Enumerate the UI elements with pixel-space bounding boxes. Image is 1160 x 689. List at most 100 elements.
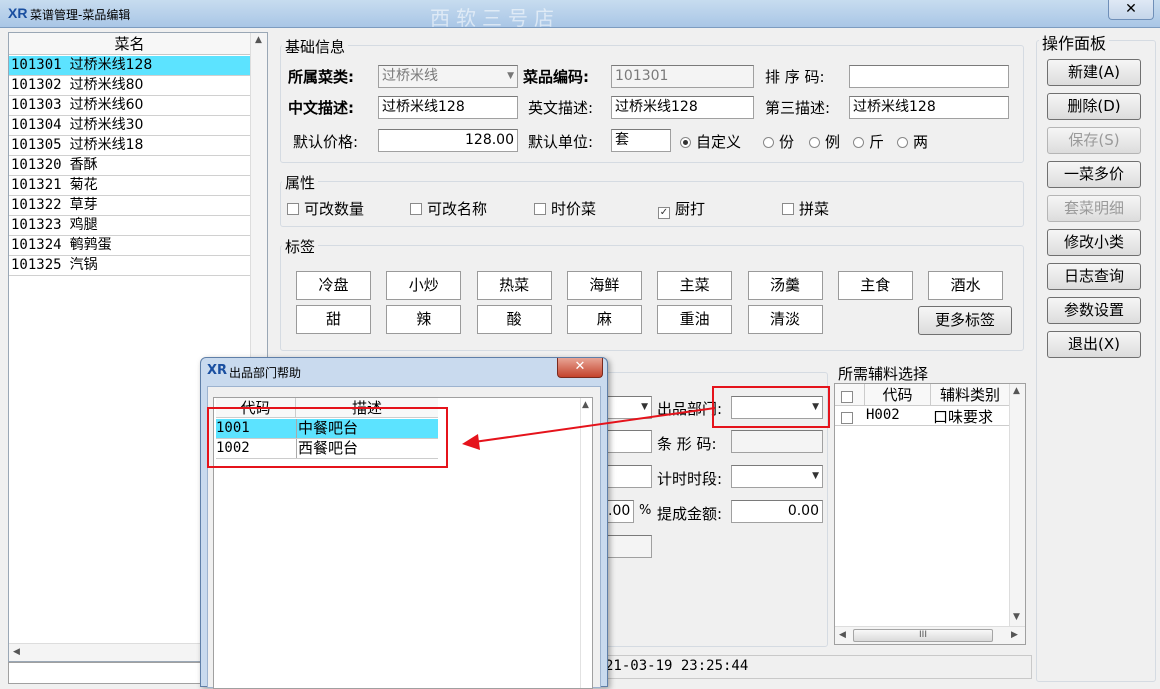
commission-field[interactable]: 0.00 xyxy=(731,500,823,523)
dish-list-row[interactable]: 101302 过桥米线80 xyxy=(9,76,250,96)
tag-button[interactable]: 酸 xyxy=(476,305,552,334)
attr-market-price[interactable]: 时价菜 xyxy=(534,198,596,219)
unit-radio-custom[interactable]: 自定义 xyxy=(680,131,741,152)
ops-button[interactable]: 退出(X) xyxy=(1047,331,1141,358)
dish-name: 过桥米线80 xyxy=(69,77,144,93)
scroll-left-icon[interactable]: ◀ xyxy=(839,630,846,640)
dish-list-row[interactable]: 101325 汽锅 xyxy=(9,256,250,276)
timing-select[interactable]: ▼ xyxy=(731,465,823,488)
detail-hidden-field-3[interactable] xyxy=(604,465,652,488)
dish-list-row[interactable]: 101301 过桥米线128 xyxy=(9,56,250,76)
tag-button[interactable]: 清淡 xyxy=(747,305,823,334)
dish-list-row[interactable]: 101322 草芽 xyxy=(9,196,250,216)
commission-label: 提成金额: xyxy=(657,505,723,523)
dish-list-row[interactable]: 101321 菊花 xyxy=(9,176,250,196)
ops-button[interactable]: 保存(S) xyxy=(1047,127,1141,154)
ops-button[interactable]: 日志查询 xyxy=(1047,263,1141,290)
dish-code: 101320 xyxy=(11,157,62,173)
tag-button[interactable]: 海鲜 xyxy=(566,271,642,300)
sort-field[interactable] xyxy=(849,65,1009,88)
tag-button[interactable]: 麻 xyxy=(566,305,642,334)
unit-radio-liang[interactable]: 两 xyxy=(897,131,928,152)
dish-code: 101321 xyxy=(11,177,62,193)
dish-code: 101323 xyxy=(11,217,62,233)
cn-desc-label: 中文描述: xyxy=(288,99,354,117)
third-desc-field[interactable]: 过桥米线128 xyxy=(849,96,1009,119)
attr-kitchen-print[interactable]: ✓ 厨打 xyxy=(658,198,705,219)
sides-hscroll[interactable]: ◀ III ▶ xyxy=(835,626,1025,644)
dish-list-row[interactable]: 101305 过桥米线18 xyxy=(9,136,250,156)
dish-list-row[interactable]: 101323 鸡腿 xyxy=(9,216,250,236)
tag-button[interactable]: 汤羹 xyxy=(747,271,823,300)
sides-vscroll[interactable]: ▲ ▼ xyxy=(1009,384,1025,626)
scroll-right-icon[interactable]: ▶ xyxy=(1011,630,1018,640)
scroll-up-icon[interactable]: ▲ xyxy=(1013,386,1020,396)
dish-name: 香酥 xyxy=(69,157,98,173)
timestamp: 21-03-19 23:25:44 xyxy=(605,658,749,674)
sides-hscroll-thumb[interactable]: III xyxy=(853,629,993,642)
annotation-arrow xyxy=(462,407,716,450)
timing-label: 计时时段: xyxy=(657,470,723,488)
dish-list-row[interactable]: 101303 过桥米线60 xyxy=(9,96,250,116)
dish-code: 101301 xyxy=(11,57,62,73)
chevron-down-icon: ▼ xyxy=(812,471,819,481)
ops-button[interactable]: 参数设置 xyxy=(1047,297,1141,324)
category-label: 所属菜类: xyxy=(288,68,354,86)
category-select[interactable]: 过桥米线 ▼ xyxy=(378,65,518,88)
tag-button[interactable]: 冷盘 xyxy=(296,271,371,300)
attr-qty-editable[interactable]: 可改数量 xyxy=(287,198,364,219)
ops-button[interactable]: 删除(D) xyxy=(1047,93,1141,120)
status-field xyxy=(8,662,204,684)
cn-desc-field[interactable]: 过桥米线128 xyxy=(378,96,518,119)
tag-button[interactable]: 酒水 xyxy=(928,271,1004,300)
dish-list-row[interactable]: 101324 鹌鹑蛋 xyxy=(9,236,250,256)
price-field[interactable]: 128.00 xyxy=(378,129,518,152)
detail-hidden-field-4[interactable] xyxy=(604,535,652,558)
tag-button[interactable]: 小炒 xyxy=(386,271,462,300)
en-desc-label: 英文描述: xyxy=(528,99,594,117)
scroll-up-icon[interactable]: ▲ xyxy=(255,35,262,45)
ops-button[interactable]: 一菜多价 xyxy=(1047,161,1141,188)
dish-list-row[interactable]: 101320 香酥 xyxy=(9,156,250,176)
dish-name: 鹌鹑蛋 xyxy=(69,237,112,253)
dish-list-row[interactable]: 101304 过桥米线30 xyxy=(9,116,250,136)
tag-button[interactable]: 甜 xyxy=(296,305,371,334)
ops-button[interactable]: 套菜明细 xyxy=(1047,195,1141,222)
sides-row[interactable]: H002 口味要求 xyxy=(835,406,1009,426)
sides-row-check[interactable] xyxy=(841,409,858,427)
tag-button[interactable]: 重油 xyxy=(657,305,733,334)
code-field[interactable]: 101301 xyxy=(611,65,754,88)
popup-close-button[interactable]: ✕ xyxy=(557,358,603,378)
ops-button[interactable]: 新建(A) xyxy=(1047,59,1141,86)
attrs-group xyxy=(280,181,1024,227)
close-window-button[interactable]: ✕ xyxy=(1108,0,1154,20)
tag-button[interactable]: 主菜 xyxy=(657,271,733,300)
en-desc-field[interactable]: 过桥米线128 xyxy=(611,96,754,119)
sides-header-check[interactable] xyxy=(835,384,865,406)
window-title: 菜谱管理-菜品编辑 xyxy=(30,8,131,22)
unit-radio-serving[interactable]: 例 xyxy=(809,131,840,152)
tag-button[interactable]: 主食 xyxy=(837,271,913,300)
ops-button[interactable]: 修改小类 xyxy=(1047,229,1141,256)
dish-code: 101302 xyxy=(11,77,62,93)
attr-name-editable[interactable]: 可改名称 xyxy=(410,198,487,219)
tag-button[interactable]: 热菜 xyxy=(476,271,552,300)
scroll-left-icon[interactable]: ◀ xyxy=(13,647,20,657)
dish-code: 101305 xyxy=(11,137,62,153)
dish-code: 101324 xyxy=(11,237,62,253)
commission-pct-field[interactable]: .00 xyxy=(604,500,634,523)
dish-list-header[interactable]: 菜名 xyxy=(9,33,250,55)
sides-col-code[interactable]: 代码 xyxy=(865,384,931,406)
more-tags-button[interactable]: 更多标签 xyxy=(918,306,1012,335)
unit-field[interactable]: 套 xyxy=(611,129,671,152)
unit-radio-portion[interactable]: 份 xyxy=(763,131,794,152)
unit-radio-jin[interactable]: 斤 xyxy=(853,131,884,152)
barcode-field[interactable] xyxy=(731,430,823,453)
attr-combo[interactable]: 拼菜 xyxy=(782,198,829,219)
tag-button[interactable]: 辣 xyxy=(386,305,462,334)
annotation-popup-highlight xyxy=(207,407,448,468)
dish-name: 过桥米线30 xyxy=(69,117,144,133)
sides-col-type[interactable]: 辅料类别 xyxy=(931,384,1009,406)
scroll-down-icon[interactable]: ▼ xyxy=(1013,612,1020,622)
dish-name: 过桥米线60 xyxy=(69,97,144,113)
